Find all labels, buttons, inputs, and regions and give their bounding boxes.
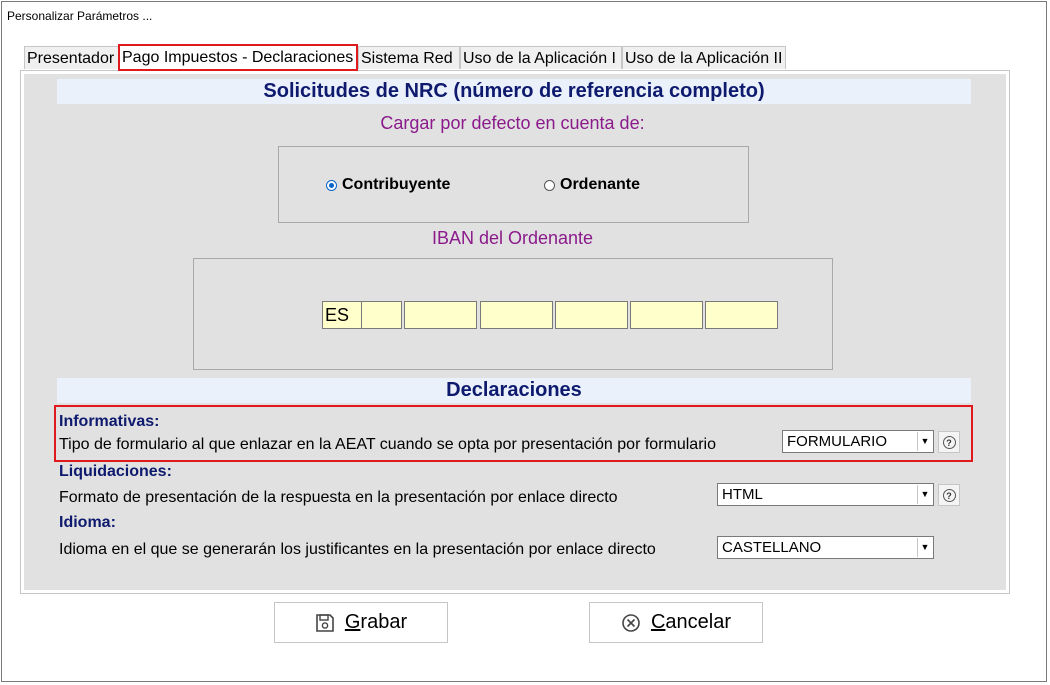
nrc-section-header: Solicitudes de NRC (número de referencia… [57, 79, 971, 104]
radio-ordenante[interactable]: Ordenante [544, 176, 640, 194]
liquidaciones-select-value: HTML [722, 486, 763, 503]
iban-field-2[interactable] [480, 301, 553, 329]
radio-contribuyente-label: Contribuyente [342, 176, 451, 193]
idioma-select-value: CASTELLANO [722, 539, 822, 556]
iban-check-field[interactable] [361, 301, 402, 329]
tab-uso-aplicacion-2[interactable]: Uso de la Aplicación II [622, 46, 786, 69]
iban-field-4[interactable] [630, 301, 703, 329]
liquidaciones-help-button[interactable]: ? [938, 484, 960, 506]
help-icon: ? [942, 435, 956, 449]
chevron-down-icon[interactable]: ▼ [917, 538, 932, 557]
informativas-help-button[interactable]: ? [938, 431, 960, 453]
iban-country-field[interactable]: ES [322, 301, 362, 329]
cancel-circle-icon [621, 613, 641, 633]
window-title: Personalizar Parámetros ... [7, 9, 153, 23]
help-icon: ? [942, 488, 956, 502]
radio-unselected-icon [544, 179, 555, 191]
default-account-label: Cargar por defecto en cuenta de: [380, 113, 645, 133]
tab-sistema-red[interactable]: Sistema Red [358, 46, 460, 69]
liquidaciones-select[interactable]: HTML ▼ [717, 483, 934, 506]
iban-field-1[interactable] [404, 301, 477, 329]
chevron-down-icon[interactable]: ▼ [917, 432, 932, 451]
cancel-button-label: Cancelar [650, 611, 732, 633]
declaraciones-section-header: Declaraciones [57, 378, 971, 403]
idioma-select[interactable]: CASTELLANO ▼ [717, 536, 934, 559]
radio-contribuyente[interactable]: Contribuyente [326, 176, 450, 194]
liquidaciones-title: Liquidaciones: [59, 463, 172, 480]
iban-field-3[interactable] [555, 301, 628, 329]
tab-presentador[interactable]: Presentador [24, 46, 120, 69]
iban-label: IBAN del Ordenante [431, 228, 594, 248]
save-button[interactable]: Grabar [274, 602, 448, 643]
idioma-description: Idioma en el que se generarán los justif… [59, 541, 656, 558]
informativas-title: Informativas: [59, 413, 160, 430]
liquidaciones-description: Formato de presentación de la respuesta … [59, 489, 618, 506]
radio-ordenante-label: Ordenante [560, 176, 641, 193]
chevron-down-icon[interactable]: ▼ [917, 485, 932, 504]
idioma-title: Idioma: [59, 514, 116, 531]
informativas-description: Tipo de formulario al que enlazar en la … [59, 436, 716, 453]
informativas-select[interactable]: FORMULARIO ▼ [782, 430, 934, 453]
cancel-button[interactable]: Cancelar [589, 602, 763, 643]
tab-pago-impuestos[interactable]: Pago Impuestos - Declaraciones [118, 44, 358, 71]
iban-field-5[interactable] [705, 301, 778, 329]
save-button-label: Grabar [344, 611, 408, 633]
informativas-select-value: FORMULARIO [787, 433, 888, 450]
radio-selected-icon [326, 179, 337, 191]
tab-uso-aplicacion-1[interactable]: Uso de la Aplicación I [460, 46, 622, 69]
floppy-disk-icon [315, 613, 335, 633]
